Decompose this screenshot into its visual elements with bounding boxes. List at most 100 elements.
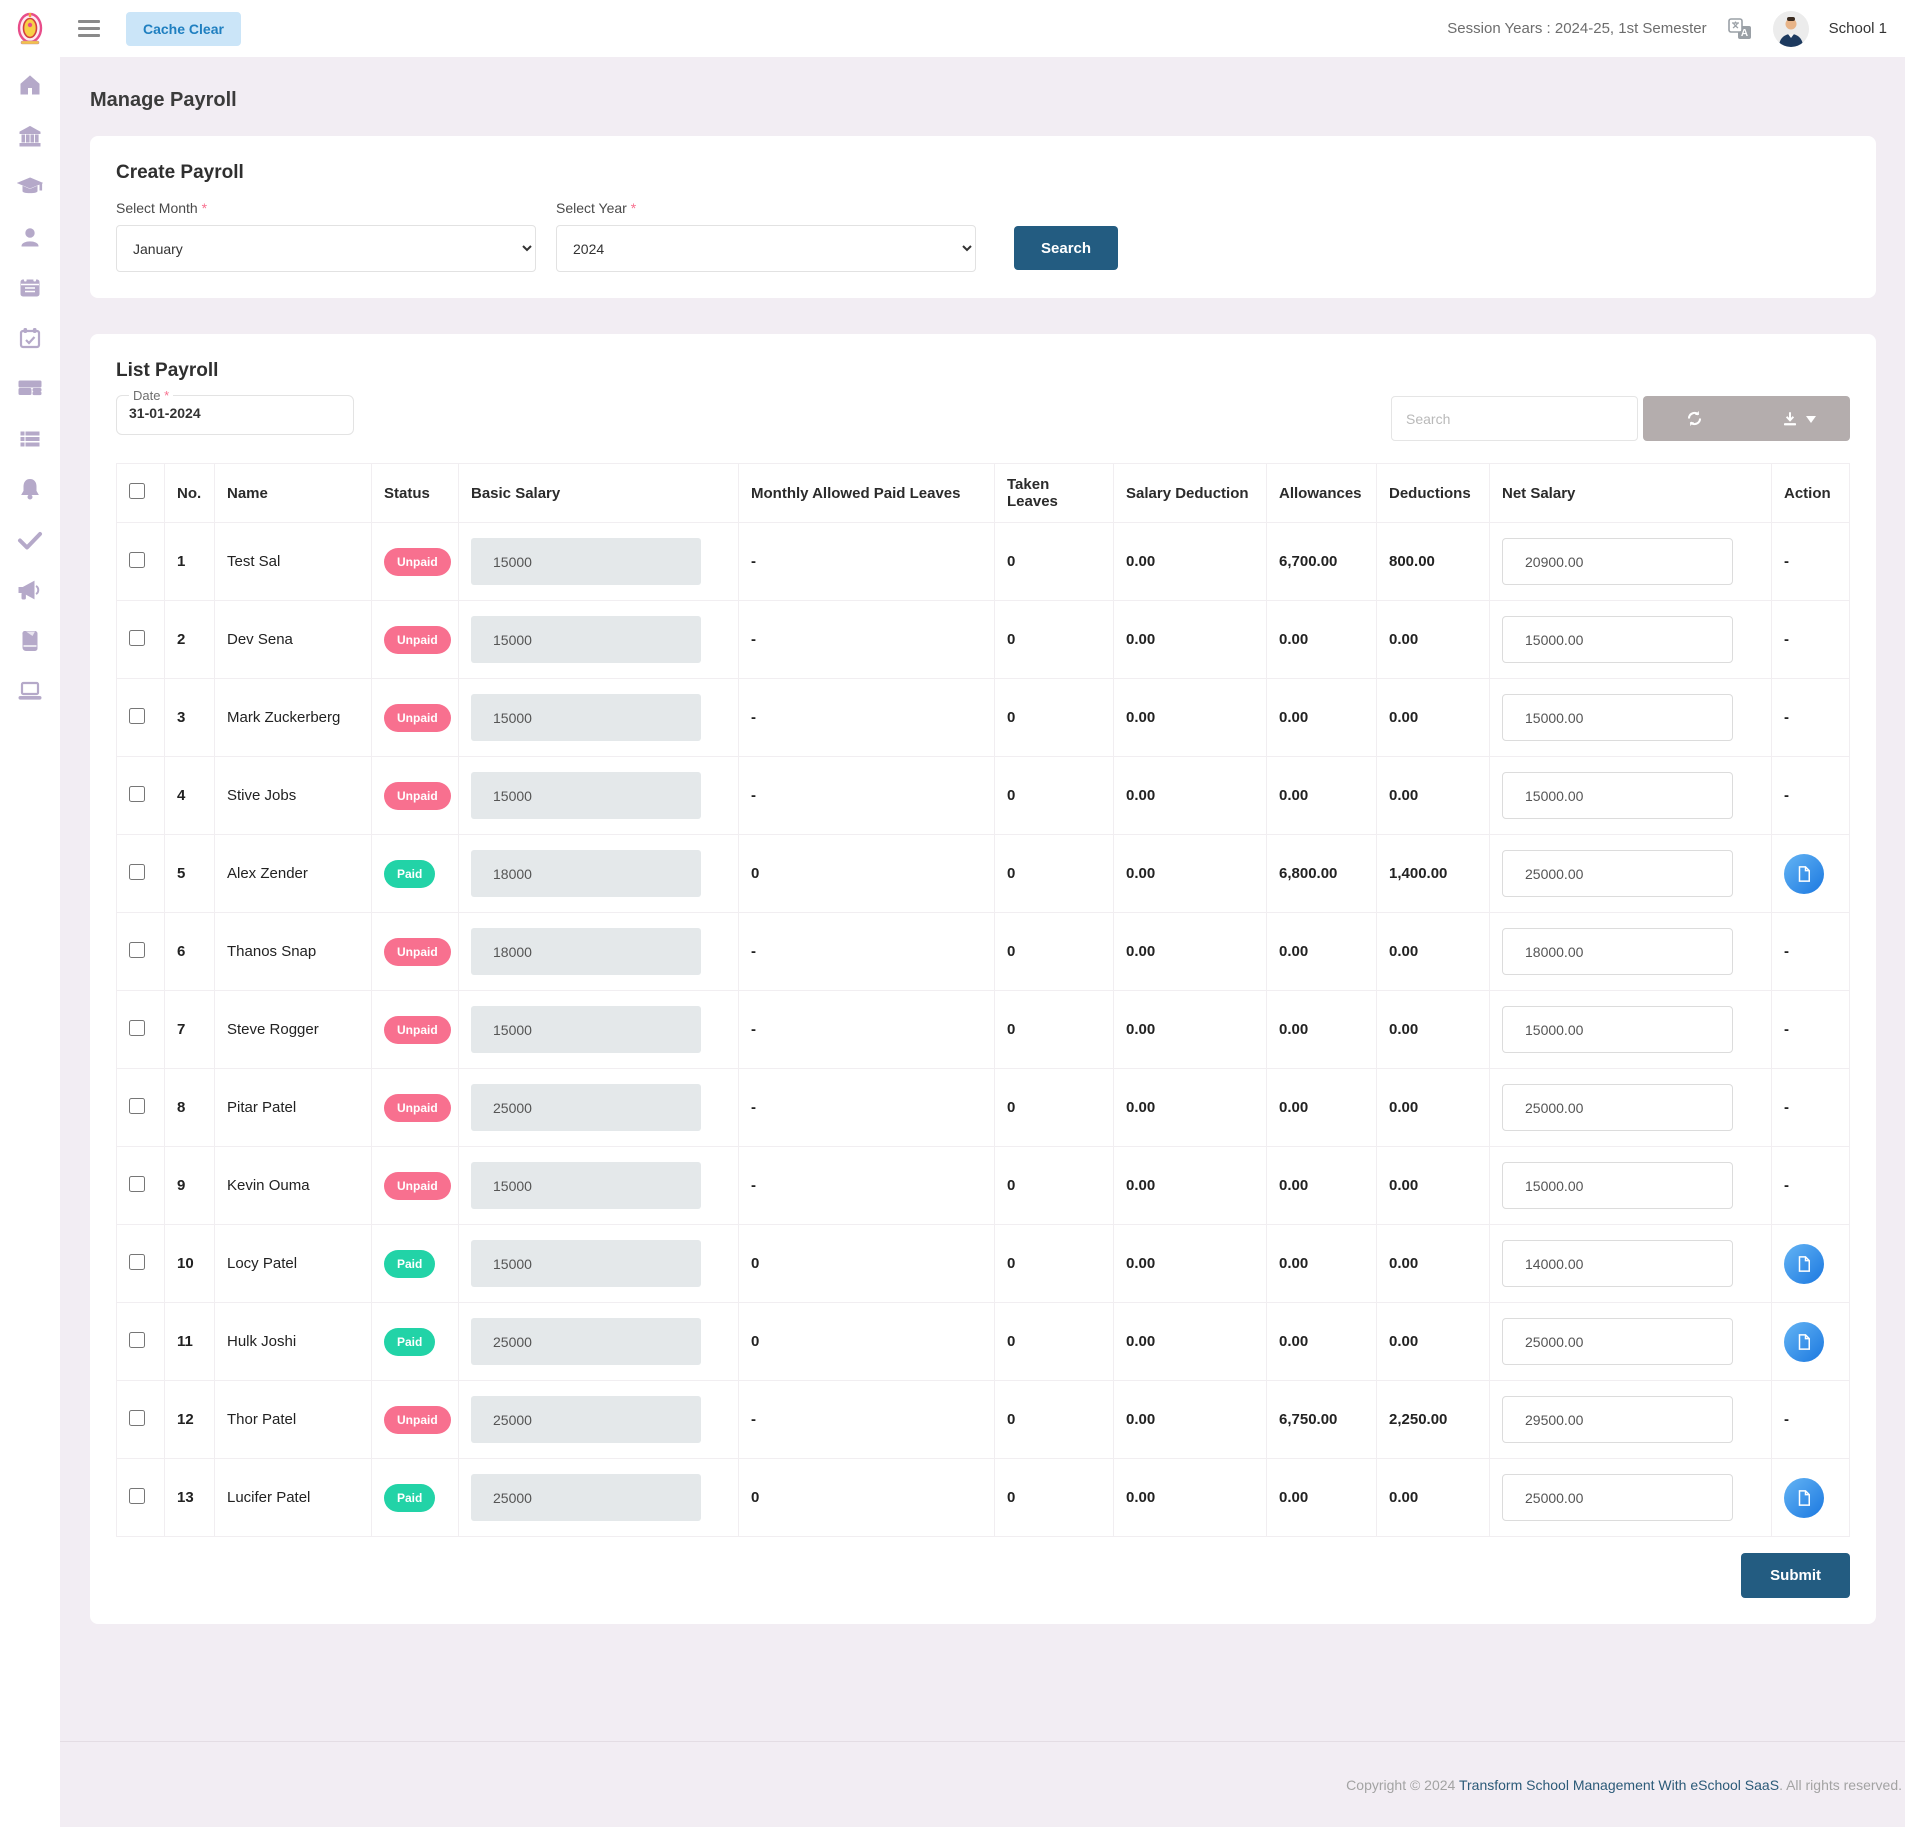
deductions-cell: 0.00 bbox=[1377, 679, 1490, 757]
col-taken-leaves: Taken Leaves bbox=[995, 464, 1114, 523]
net-salary-input[interactable] bbox=[1502, 694, 1733, 741]
net-salary-input[interactable] bbox=[1502, 1318, 1733, 1365]
net-salary-input[interactable] bbox=[1502, 1474, 1733, 1521]
app-logo[interactable] bbox=[0, 12, 60, 46]
net-salary-input[interactable] bbox=[1502, 1162, 1733, 1209]
row-checkbox[interactable] bbox=[129, 1488, 145, 1504]
allowances-cell: 6,750.00 bbox=[1267, 1381, 1377, 1459]
row-checkbox[interactable] bbox=[129, 786, 145, 802]
row-checkbox[interactable] bbox=[129, 708, 145, 724]
payslip-button[interactable] bbox=[1784, 1322, 1824, 1362]
status-badge: Unpaid bbox=[384, 548, 451, 576]
cache-clear-button[interactable]: Cache Clear bbox=[126, 12, 241, 46]
net-salary-input[interactable] bbox=[1502, 1006, 1733, 1053]
search-button[interactable]: Search bbox=[1014, 226, 1118, 270]
net-salary-cell bbox=[1490, 601, 1772, 679]
row-checkbox[interactable] bbox=[129, 1410, 145, 1426]
net-salary-input[interactable] bbox=[1502, 616, 1733, 663]
net-salary-cell bbox=[1490, 679, 1772, 757]
row-checkbox-cell bbox=[117, 679, 165, 757]
sidebar-item-approvals[interactable] bbox=[10, 528, 50, 552]
submit-button[interactable]: Submit bbox=[1741, 1553, 1850, 1598]
sidebar-item-list[interactable] bbox=[10, 427, 50, 451]
payroll-row: 8Pitar PatelUnpaid-00.000.000.00- bbox=[117, 1069, 1850, 1147]
row-checkbox[interactable] bbox=[129, 552, 145, 568]
row-checkbox[interactable] bbox=[129, 942, 145, 958]
basic-salary-cell bbox=[459, 1303, 739, 1381]
net-salary-input[interactable] bbox=[1502, 1240, 1733, 1287]
row-number: 13 bbox=[165, 1459, 215, 1537]
graduation-cap-icon bbox=[17, 174, 43, 198]
sidebar-item-home[interactable] bbox=[10, 73, 50, 97]
brand-link[interactable]: Transform School Management With eSchool… bbox=[1459, 1777, 1779, 1793]
payslip-button[interactable] bbox=[1784, 854, 1824, 894]
row-checkbox[interactable] bbox=[129, 864, 145, 880]
row-checkbox[interactable] bbox=[129, 1332, 145, 1348]
row-checkbox[interactable] bbox=[129, 1254, 145, 1270]
net-salary-input[interactable] bbox=[1502, 928, 1733, 975]
basic-salary-input bbox=[471, 772, 701, 819]
monthly-allowed-paid-leaves-cell: - bbox=[739, 991, 995, 1069]
payroll-row: 2Dev SenaUnpaid-00.000.000.00- bbox=[117, 601, 1850, 679]
basic-salary-input bbox=[471, 1396, 701, 1443]
month-select[interactable]: January bbox=[116, 225, 536, 272]
year-select[interactable]: 2024 bbox=[556, 225, 976, 272]
sidebar-item-attendance[interactable] bbox=[10, 326, 50, 350]
sidebar-item-academics[interactable] bbox=[10, 174, 50, 198]
sidebar-item-library[interactable] bbox=[10, 629, 50, 653]
table-search-input[interactable] bbox=[1391, 396, 1638, 441]
date-input[interactable] bbox=[129, 405, 341, 421]
calendar-icon bbox=[18, 275, 42, 299]
basic-salary-input bbox=[471, 616, 701, 663]
row-checkbox-cell bbox=[117, 835, 165, 913]
sidebar-item-online-exam[interactable] bbox=[10, 679, 50, 703]
select-all-checkbox[interactable] bbox=[129, 483, 145, 499]
net-salary-input[interactable] bbox=[1502, 1084, 1733, 1131]
sidebar-item-calendar[interactable] bbox=[10, 275, 50, 299]
select-month-field: Select Month * January bbox=[116, 200, 536, 272]
sidebar-item-payroll[interactable] bbox=[10, 376, 50, 400]
row-checkbox[interactable] bbox=[129, 630, 145, 646]
monthly-allowed-paid-leaves-cell: - bbox=[739, 601, 995, 679]
basic-salary-cell bbox=[459, 991, 739, 1069]
taken-leaves-cell: 0 bbox=[995, 991, 1114, 1069]
status-cell: Unpaid bbox=[372, 1069, 459, 1147]
payslip-button[interactable] bbox=[1784, 1478, 1824, 1518]
menu-toggle-button[interactable] bbox=[74, 16, 104, 41]
sidebar-item-notifications[interactable] bbox=[10, 477, 50, 501]
table-header-row: No. Name Status Basic Salary Monthly All… bbox=[117, 464, 1850, 523]
salary-deduction-cell: 0.00 bbox=[1114, 1147, 1267, 1225]
session-years-label: Session Years : 2024-25, 1st Semester bbox=[1447, 20, 1706, 37]
employee-name: Thor Patel bbox=[215, 1381, 372, 1459]
basic-salary-cell bbox=[459, 523, 739, 601]
sidebar-item-announcements[interactable] bbox=[10, 578, 50, 602]
row-checkbox[interactable] bbox=[129, 1098, 145, 1114]
monthly-allowed-paid-leaves-cell: - bbox=[739, 523, 995, 601]
monthly-allowed-paid-leaves-cell: - bbox=[739, 913, 995, 991]
net-salary-input[interactable] bbox=[1502, 1396, 1733, 1443]
row-checkbox-cell bbox=[117, 1381, 165, 1459]
topbar: Cache Clear Session Years : 2024-25, 1st… bbox=[0, 0, 1905, 57]
net-salary-input[interactable] bbox=[1502, 850, 1733, 897]
megaphone-icon bbox=[17, 578, 43, 602]
sidebar-item-students[interactable] bbox=[10, 225, 50, 249]
payslip-button[interactable] bbox=[1784, 1244, 1824, 1284]
basic-salary-input bbox=[471, 928, 701, 975]
employee-name: Thanos Snap bbox=[215, 913, 372, 991]
net-salary-cell bbox=[1490, 1225, 1772, 1303]
row-checkbox[interactable] bbox=[129, 1020, 145, 1036]
payroll-row: 4Stive JobsUnpaid-00.000.000.00- bbox=[117, 757, 1850, 835]
school-name-label[interactable]: School 1 bbox=[1829, 20, 1887, 37]
col-net-salary: Net Salary bbox=[1490, 464, 1772, 523]
net-salary-input[interactable] bbox=[1502, 538, 1733, 585]
language-translate-icon[interactable]: A bbox=[1727, 16, 1753, 42]
refresh-button[interactable] bbox=[1643, 396, 1747, 441]
sidebar-item-institution[interactable] bbox=[10, 124, 50, 148]
net-salary-input[interactable] bbox=[1502, 772, 1733, 819]
export-button[interactable] bbox=[1747, 396, 1851, 441]
user-avatar[interactable] bbox=[1773, 11, 1809, 47]
row-checkbox[interactable] bbox=[129, 1176, 145, 1192]
no-action-dash: - bbox=[1784, 1021, 1789, 1038]
check-icon bbox=[17, 528, 43, 552]
col-name: Name bbox=[215, 464, 372, 523]
